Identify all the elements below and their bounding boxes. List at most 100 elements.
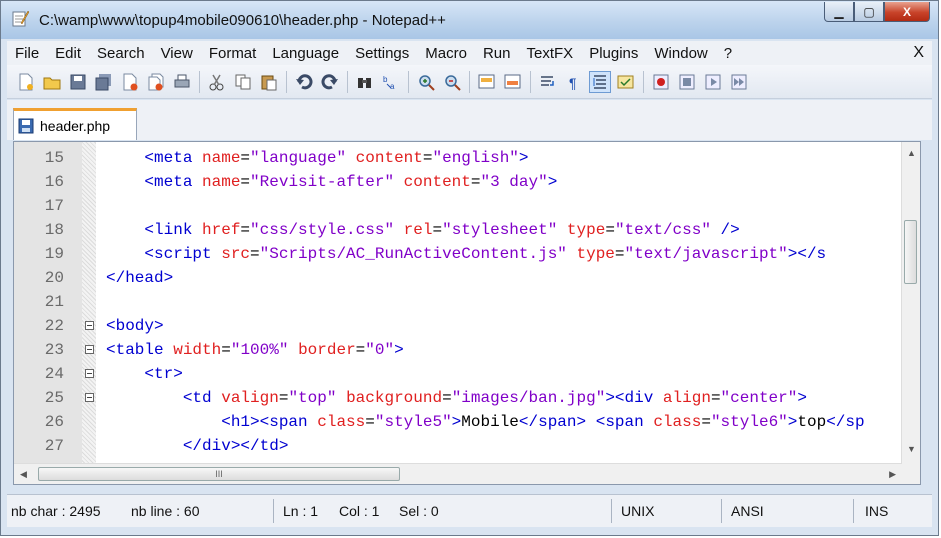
print-icon[interactable] <box>171 71 193 93</box>
wrap-icon[interactable] <box>537 71 559 93</box>
menu-run[interactable]: Run <box>475 45 519 62</box>
scroll-right-arrow-icon[interactable]: ▶ <box>889 469 896 480</box>
tab-header-php[interactable]: header.php <box>13 108 137 140</box>
vertical-scrollbar[interactable]: ▲ ▼ <box>901 142 920 464</box>
new-file-icon[interactable] <box>15 71 37 93</box>
scroll-down-arrow-icon[interactable]: ▼ <box>907 444 916 454</box>
code-line[interactable]: 17 <box>14 194 904 218</box>
code-line[interactable]: 23 <table width="100%" border="0"> <box>14 338 904 362</box>
menu-format[interactable]: Format <box>201 45 265 62</box>
menu-macro[interactable]: Macro <box>417 45 475 62</box>
code-line[interactable]: 24 <tr> <box>14 362 904 386</box>
menu-help[interactable]: ? <box>716 45 740 62</box>
horizontal-scrollbar[interactable]: ◀ III ▶ <box>14 463 902 484</box>
close-window-button[interactable]: X <box>884 2 930 22</box>
code-token: "images/ban.jpg" <box>451 389 606 407</box>
code-line[interactable]: 25 <td valign="top" background="images/b… <box>14 386 904 410</box>
svg-text:b: b <box>383 75 388 84</box>
vertical-scroll-thumb[interactable] <box>904 220 917 284</box>
sync-vertical-icon[interactable] <box>476 71 498 93</box>
code-token: href <box>202 221 241 239</box>
menu-window[interactable]: Window <box>646 45 715 62</box>
zoom-out-icon[interactable] <box>441 71 463 93</box>
sync-horizontal-icon[interactable] <box>502 71 524 93</box>
code-token: "css/style.css" <box>250 221 395 239</box>
code-text: <td valign="top" background="images/ban.… <box>106 386 898 410</box>
code-token: name <box>202 173 241 191</box>
user-lang-icon[interactable] <box>615 71 637 93</box>
find-icon[interactable] <box>354 71 376 93</box>
horizontal-scroll-thumb[interactable]: III <box>38 467 400 481</box>
undo-icon[interactable] <box>293 71 315 93</box>
code-text: </head> <box>106 266 898 290</box>
run-macro-multiple-icon[interactable] <box>728 71 750 93</box>
line-number: 25 <box>44 389 64 407</box>
menu-view[interactable]: View <box>153 45 201 62</box>
close-icon[interactable] <box>119 71 141 93</box>
indent-guide-icon[interactable] <box>589 70 611 93</box>
code-token: "stylesheet" <box>442 221 558 239</box>
code-token: "0" <box>365 341 395 359</box>
code-token: top <box>797 413 827 431</box>
scroll-up-arrow-icon[interactable]: ▲ <box>907 148 916 158</box>
title-bar[interactable]: C:\wamp\www\topup4mobile090610\header.ph… <box>1 1 938 39</box>
code-token: border <box>298 341 356 359</box>
close-document-button[interactable]: X <box>913 44 924 62</box>
code-line[interactable]: 18 <link href="css/style.css" rel="style… <box>14 218 904 242</box>
code-token: </head> <box>106 269 174 287</box>
minimize-button[interactable]: ▁ <box>824 2 854 22</box>
status-line-count: nb line : 60 <box>131 503 200 519</box>
menu-edit[interactable]: Edit <box>47 45 89 62</box>
menu-file[interactable]: File <box>7 45 47 62</box>
code-line[interactable]: 20 </head> <box>14 266 904 290</box>
fold-toggle-icon[interactable] <box>85 393 94 402</box>
code-line[interactable]: 22 <body> <box>14 314 904 338</box>
save-all-icon[interactable] <box>93 71 115 93</box>
status-eol-format: UNIX <box>621 503 655 519</box>
status-separator <box>273 499 274 523</box>
record-macro-icon[interactable] <box>650 71 672 93</box>
zoom-in-icon[interactable] <box>415 71 437 93</box>
fold-toggle-icon[interactable] <box>85 369 94 378</box>
stop-macro-icon[interactable] <box>676 71 698 93</box>
line-number: 17 <box>44 197 64 215</box>
menu-settings[interactable]: Settings <box>347 45 417 62</box>
status-encoding: ANSI <box>731 503 764 519</box>
open-file-icon[interactable] <box>41 71 63 93</box>
copy-icon[interactable] <box>232 71 254 93</box>
menu-textfx[interactable]: TextFX <box>519 45 582 62</box>
play-macro-icon[interactable] <box>702 71 724 93</box>
maximize-button[interactable]: ▢ <box>854 2 884 22</box>
code-line[interactable]: 15 <meta name="language" content="englis… <box>14 146 904 170</box>
code-token: = <box>432 221 443 239</box>
show-all-chars-icon[interactable]: ¶ <box>563 71 585 93</box>
code-token: <body> <box>106 317 164 335</box>
code-line[interactable]: 26 <h1><span class="style5">Mobile</span… <box>14 410 904 434</box>
code-editor[interactable]: 15 <meta name="language" content="englis… <box>13 141 921 485</box>
menu-plugins[interactable]: Plugins <box>581 45 646 62</box>
code-line[interactable]: 27 </div></td> <box>14 434 904 458</box>
code-text: <tr> <box>106 362 898 386</box>
scroll-left-arrow-icon[interactable]: ◀ <box>20 469 27 480</box>
fold-toggle-icon[interactable] <box>85 321 94 330</box>
code-line[interactable]: 21 <box>14 290 904 314</box>
save-icon[interactable] <box>67 71 89 93</box>
code-token: name <box>202 149 241 167</box>
close-all-icon[interactable] <box>145 71 167 93</box>
code-line[interactable]: 19 <script src="Scripts/AC_RunActiveCont… <box>14 242 904 266</box>
fold-toggle-icon[interactable] <box>85 345 94 354</box>
menu-language[interactable]: Language <box>264 45 347 62</box>
code-token: </sp <box>826 413 865 431</box>
toolbar-separator <box>199 70 200 93</box>
menu-search[interactable]: Search <box>89 45 153 62</box>
code-line[interactable]: 16 <meta name="Revisit-after" content="3… <box>14 170 904 194</box>
replace-icon[interactable]: ba <box>380 71 402 93</box>
cut-icon[interactable] <box>206 71 228 93</box>
paste-icon[interactable] <box>258 71 280 93</box>
redo-icon[interactable] <box>319 71 341 93</box>
